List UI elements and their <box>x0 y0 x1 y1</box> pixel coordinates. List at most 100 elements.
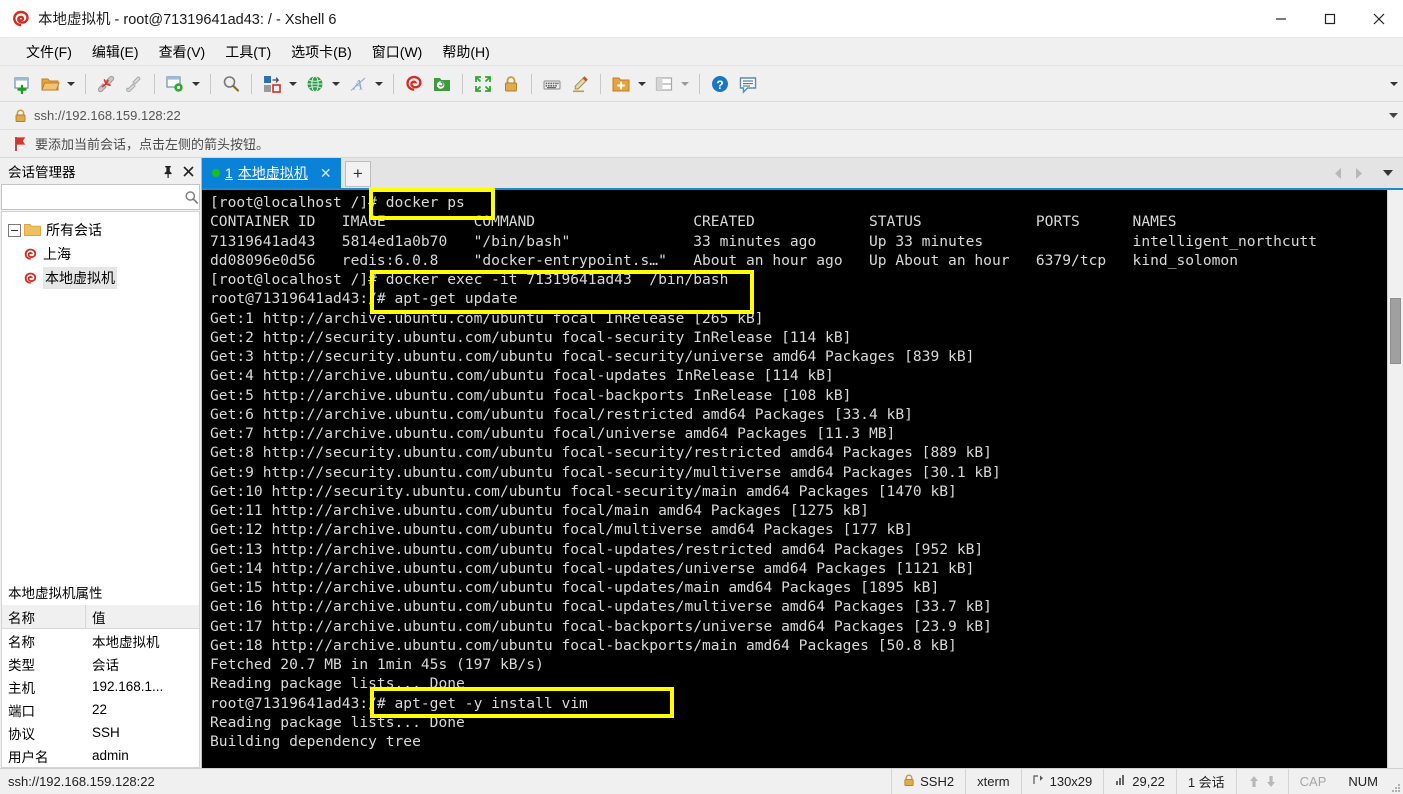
menu-tools[interactable]: 工具(T) <box>215 38 281 66</box>
chevron-left-icon <box>1334 167 1341 179</box>
session-properties-dropdown[interactable] <box>189 71 202 97</box>
highlight-button[interactable] <box>567 71 593 97</box>
xftp-icon <box>434 77 450 91</box>
chevron-down-icon <box>1383 169 1393 176</box>
address-dropdown[interactable] <box>1383 102 1403 130</box>
open-folder-icon <box>41 78 60 90</box>
property-value: SSH <box>92 725 120 740</box>
tab-scroll-left-button[interactable] <box>1329 162 1347 184</box>
tab-close-icon[interactable]: ✕ <box>317 164 335 182</box>
font-button[interactable]: A <box>345 71 371 97</box>
table-row[interactable]: 端口 22 <box>2 698 199 721</box>
tab-list-button[interactable] <box>1379 162 1397 184</box>
close-button[interactable] <box>1354 0 1403 38</box>
toolbar-separator <box>251 73 252 94</box>
feedback-button[interactable] <box>735 71 761 97</box>
svg-text:A: A <box>352 77 363 93</box>
table-row[interactable]: 用户名 admin <box>2 744 199 767</box>
status-termtype: xterm <box>965 768 1021 794</box>
resize-grip[interactable] <box>1389 769 1403 794</box>
session-properties-button[interactable] <box>162 71 188 97</box>
font-dropdown[interactable] <box>372 71 385 97</box>
disconnect-button[interactable] <box>93 71 119 97</box>
xshell-button[interactable] <box>401 71 427 97</box>
add-folder-icon <box>612 77 630 91</box>
property-name: 类型 <box>8 657 35 673</box>
search-icon[interactable] <box>184 190 199 205</box>
status-size-label: 130x29 <box>1049 774 1093 789</box>
property-name: 协议 <box>8 726 35 742</box>
terminal-area: 1 本地虚拟机 ✕ + [root@localhost /]# docker p… <box>202 158 1403 768</box>
file-transfer-dropdown[interactable] <box>286 71 299 97</box>
maximize-button[interactable] <box>1305 0 1354 38</box>
new-tab-button[interactable]: + <box>344 161 371 187</box>
close-panel-button[interactable] <box>179 162 197 180</box>
open-session-dropdown[interactable] <box>64 71 77 97</box>
tree-label-all-sessions: 所有会话 <box>46 222 102 238</box>
keyboard-button[interactable] <box>539 71 565 97</box>
terminal-wrapper: [root@localhost /]# docker ps CONTAINER I… <box>202 188 1403 768</box>
table-row[interactable]: 主机 192.168.1... <box>2 675 199 698</box>
status-sessions: 1 会话 <box>1175 768 1236 794</box>
new-session-icon <box>14 76 29 94</box>
table-row[interactable]: 类型 会话 <box>2 652 199 675</box>
lock-icon <box>505 75 517 91</box>
xftp-button[interactable] <box>429 71 455 97</box>
minimize-button[interactable] <box>1256 0 1305 38</box>
session-search-box[interactable] <box>1 184 200 210</box>
tree-node-all-sessions[interactable]: 所有会话 <box>2 218 199 242</box>
tab-index: 1 <box>225 165 233 181</box>
properties-title: 本地虚拟机属性 <box>1 579 200 605</box>
tree-label-shanghai: 上海 <box>43 246 71 262</box>
add-folder-button[interactable] <box>608 71 634 97</box>
table-row[interactable]: 名称 本地虚拟机 <box>2 629 199 652</box>
reconnect-icon <box>126 76 141 92</box>
status-url: ssh://192.168.159.128:22 <box>8 774 155 789</box>
tree-node-local-vm[interactable]: 本地虚拟机 <box>2 266 199 290</box>
tab-local-vm[interactable]: 1 本地虚拟机 ✕ <box>202 158 341 188</box>
help-icon: ? <box>712 75 728 92</box>
lock-button[interactable] <box>498 71 524 97</box>
session-search-input[interactable] <box>2 189 184 205</box>
web-dropdown[interactable] <box>329 71 342 97</box>
menu-help[interactable]: 帮助(H) <box>432 38 499 66</box>
file-transfer-button[interactable] <box>259 71 285 97</box>
property-name: 名称 <box>8 634 35 650</box>
collapse-icon[interactable] <box>8 223 21 237</box>
add-folder-dropdown[interactable] <box>635 71 648 97</box>
lock-icon <box>903 774 915 790</box>
toolbar-overflow-button[interactable] <box>1387 66 1401 102</box>
web-button[interactable] <box>302 71 328 97</box>
menu-file[interactable]: 文件(F) <box>16 38 82 66</box>
layout-dropdown[interactable] <box>678 71 691 97</box>
fullscreen-button[interactable] <box>470 71 496 97</box>
tab-scrollers <box>1329 158 1403 188</box>
layout-button[interactable] <box>651 71 677 97</box>
tree-node-shanghai[interactable]: 上海 <box>2 242 199 266</box>
table-row[interactable]: 协议 SSH <box>2 721 199 744</box>
open-session-button[interactable] <box>37 71 63 97</box>
session-manager-panel: 会话管理器 所有会话 上海 本地虚拟机 本地虚拟机属性 名称 值 名称 本地虚拟… <box>0 158 202 768</box>
property-value: 192.168.1... <box>92 679 164 694</box>
session-manager-header: 会话管理器 <box>0 158 201 184</box>
property-value: 本地虚拟机 <box>92 634 160 650</box>
status-num-lock: NUM <box>1348 774 1378 789</box>
reconnect-button[interactable] <box>121 71 147 97</box>
menu-view[interactable]: 查看(V) <box>149 38 216 66</box>
address-bar[interactable]: ssh://192.168.159.128:22 <box>0 102 1403 130</box>
title-bar: 本地虚拟机 - root@71319641ad43: / - Xshell 6 <box>0 0 1403 38</box>
keyboard-icon <box>543 80 561 89</box>
menu-tabs[interactable]: 选项卡(B) <box>281 38 362 66</box>
new-session-button[interactable] <box>9 71 35 97</box>
find-button[interactable] <box>218 71 244 97</box>
pin-button[interactable] <box>159 162 177 180</box>
menu-edit[interactable]: 编辑(E) <box>82 38 149 66</box>
highlight-docker-ps <box>369 188 495 220</box>
chevron-down-icon <box>288 81 297 86</box>
tab-scroll-right-button[interactable] <box>1349 162 1367 184</box>
help-button[interactable]: ? <box>707 71 733 97</box>
pin-icon <box>164 165 172 178</box>
address-input[interactable]: ssh://192.168.159.128:22 <box>34 108 181 123</box>
menu-window[interactable]: 窗口(W) <box>362 38 433 66</box>
properties-table: 名称 值 名称 本地虚拟机 类型 会话 主机 192.168.1... 端口 2… <box>1 605 200 768</box>
